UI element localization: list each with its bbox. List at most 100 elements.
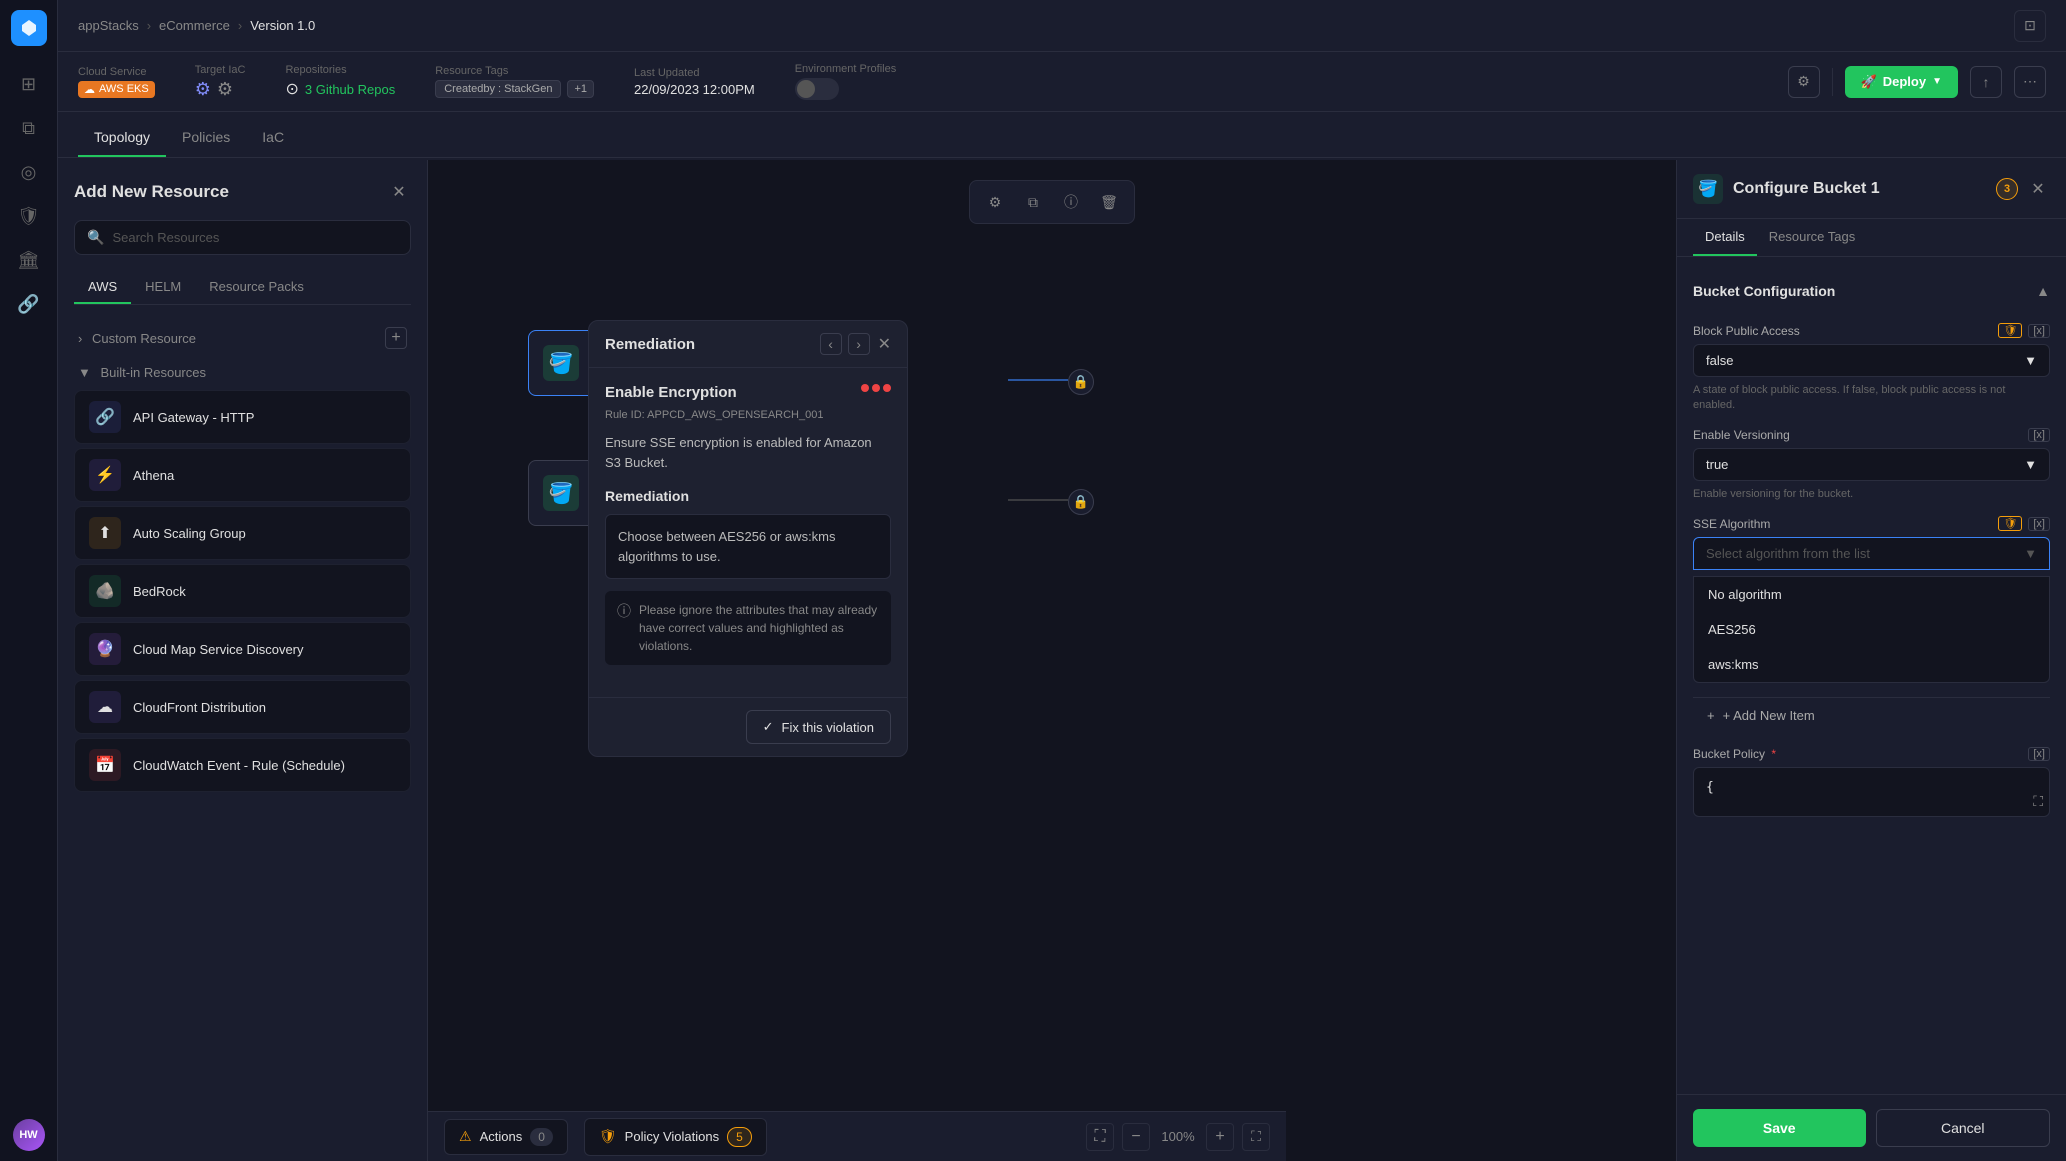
resource-item-api-gateway[interactable]: 🔗 API Gateway - HTTP <box>74 390 411 444</box>
bucket-config-section: Bucket Configuration ▲ <box>1693 273 2050 309</box>
nav-shield-icon[interactable]: 🛡 <box>11 198 47 234</box>
cancel-button[interactable]: Cancel <box>1876 1109 2051 1147</box>
resource-name-cloudfront: CloudFront Distribution <box>133 700 266 715</box>
save-button[interactable]: Save <box>1693 1109 1866 1147</box>
fit-screen-button[interactable]: ⛶ <box>1086 1123 1114 1151</box>
fullscreen-button[interactable]: ⛶ <box>1242 1123 1270 1151</box>
repos-label: Repositories <box>285 64 395 76</box>
zoom-out-button[interactable]: − <box>1122 1123 1150 1151</box>
topbar-right: ⊡ <box>2014 10 2046 42</box>
add-new-item-button[interactable]: + + Add New Item <box>1693 697 2050 733</box>
remediation-close-button[interactable]: ✕ <box>878 334 891 354</box>
remediation-prev-button[interactable]: ‹ <box>820 333 842 355</box>
zoom-controls: ⛶ − 100% + ⛶ <box>1086 1123 1270 1151</box>
custom-resource-section[interactable]: › Custom Resource + <box>74 321 411 355</box>
nav-layers-icon[interactable]: ⧉ <box>11 110 47 146</box>
resource-item-athena[interactable]: ⚡ Athena <box>74 448 411 502</box>
configure-panel: 🪣 Configure Bucket 1 3 ✕ Details Resourc… <box>1676 160 2066 1161</box>
collapse-button[interactable]: ▲ <box>2036 283 2050 299</box>
panel-header: Add New Resource ✕ <box>74 180 411 204</box>
sse-algorithm-group: SSE Algorithm 🛡 [x] Select algorithm fro… <box>1693 516 2050 683</box>
enable-versioning-select[interactable]: true ▼ <box>1693 448 2050 481</box>
last-updated-group: Last Updated 22/09/2023 12:00PM <box>634 67 755 97</box>
x-badge-2[interactable]: [x] <box>2028 428 2050 442</box>
x-badge-policy[interactable]: [x] <box>2028 747 2050 761</box>
remediation-rule-title: Enable Encryption <box>605 384 737 401</box>
severity-dots <box>861 384 891 392</box>
resource-name-bedrock: BedRock <box>133 584 186 599</box>
remediation-rule-id: Rule ID: APPCD_AWS_OPENSEARCH_001 <box>605 409 891 421</box>
repos-count[interactable]: 3 Github Repos <box>305 82 395 97</box>
env-toggle[interactable] <box>795 78 839 100</box>
policy-violations-label: Policy Violations <box>625 1129 719 1144</box>
sse-algorithm-select[interactable]: Select algorithm from the list ▼ <box>1693 537 2050 570</box>
dropdown-item-aes256[interactable]: AES256 <box>1694 612 2049 647</box>
x-badge-1[interactable]: [x] <box>2028 324 2050 338</box>
builtin-resource-section[interactable]: ▼ Built-in Resources <box>74 359 411 386</box>
deploy-button[interactable]: 🚀 Deploy ▼ <box>1845 66 1958 98</box>
nav-circle-icon[interactable]: ◎ <box>11 154 47 190</box>
resource-name-cloud-map: Cloud Map Service Discovery <box>133 642 304 657</box>
bucket-policy-editor[interactable]: { ⛶ <box>1693 767 2050 817</box>
nav-link-icon[interactable]: 🔗 <box>11 286 47 322</box>
canvas-tool-settings[interactable]: ⚙ <box>980 187 1010 217</box>
close-panel-button[interactable]: ✕ <box>387 180 411 204</box>
zoom-in-button[interactable]: + <box>1206 1123 1234 1151</box>
share-button[interactable]: ↑ <box>1970 66 2002 98</box>
configure-panel-close-button[interactable]: ✕ <box>2026 177 2050 201</box>
icon-sidebar: ⊞ ⧉ ◎ 🛡 🏛 🔗 HW <box>0 0 58 1161</box>
block-public-access-hint: A state of block public access. If false… <box>1693 383 2050 414</box>
tab-iac[interactable]: IaC <box>246 119 300 157</box>
canvas-tool-delete[interactable]: 🗑 <box>1094 187 1124 217</box>
remediation-next-button[interactable]: › <box>848 333 870 355</box>
breadcrumb-appstacks[interactable]: appStacks <box>78 18 139 33</box>
nav-bank-icon[interactable]: 🏛 <box>11 242 47 278</box>
sub-tab-helm[interactable]: HELM <box>131 271 195 304</box>
sub-tab-resource-packs[interactable]: Resource Packs <box>195 271 318 304</box>
zoom-level: 100% <box>1158 1129 1198 1144</box>
remediation-body: Enable Encryption Rule ID: APPCD_AWS_OPE… <box>589 368 907 697</box>
gear-button[interactable]: ⚙ <box>1788 66 1820 98</box>
sub-tab-aws[interactable]: AWS <box>74 271 131 304</box>
cloudfront-icon: ☁ <box>89 691 121 723</box>
resource-item-auto-scaling[interactable]: ⬆ Auto Scaling Group <box>74 506 411 560</box>
search-input[interactable] <box>112 230 398 245</box>
toggle-knob <box>797 80 815 98</box>
tab-topology[interactable]: Topology <box>78 119 166 157</box>
canvas-tool-copy[interactable]: ⧉ <box>1018 187 1048 217</box>
fix-violation-button[interactable]: ✓ Fix this violation <box>746 710 891 744</box>
right-tab-resource-tags[interactable]: Resource Tags <box>1757 219 1867 256</box>
right-tab-details[interactable]: Details <box>1693 219 1757 256</box>
configure-panel-tabs: Details Resource Tags <box>1677 219 2066 257</box>
actions-icon: ⚠ <box>459 1128 472 1145</box>
tab-policies[interactable]: Policies <box>166 119 246 157</box>
target-iac-label: Target IaC <box>195 64 246 76</box>
remediation-note: ⓘ Please ignore the attributes that may … <box>605 591 891 665</box>
expand-policy-button[interactable]: ⛶ <box>2033 793 2043 810</box>
add-custom-resource-button[interactable]: + <box>385 327 407 349</box>
more-button[interactable]: ⋯ <box>2014 66 2046 98</box>
user-avatar[interactable]: HW <box>13 1119 45 1151</box>
resource-item-bedrock[interactable]: 🪨 BedRock <box>74 564 411 618</box>
breadcrumb-ecommerce[interactable]: eCommerce <box>159 18 230 33</box>
last-updated-label: Last Updated <box>634 67 755 79</box>
nav-home-icon[interactable]: ⊞ <box>11 66 47 102</box>
repos-group: Repositories ⊙ 3 Github Repos <box>285 64 395 99</box>
remediation-text: Choose between AES256 or aws:kms algorit… <box>605 514 891 579</box>
dropdown-item-awskms[interactable]: aws:kms <box>1694 647 2049 682</box>
plus-badge[interactable]: +1 <box>567 80 594 98</box>
resource-item-cloudfront[interactable]: ☁ CloudFront Distribution <box>74 680 411 734</box>
configure-panel-footer: Save Cancel <box>1677 1094 2066 1161</box>
bucket2-icon: 🪣 <box>543 475 579 511</box>
topbar-icon-btn[interactable]: ⊡ <box>2014 10 2046 42</box>
x-badge-3[interactable]: [x] <box>2028 517 2050 531</box>
canvas-tool-info[interactable]: ⓘ <box>1056 187 1086 217</box>
tag-badge[interactable]: Createdby : StackGen <box>435 80 561 98</box>
dropdown-item-no-algorithm[interactable]: No algorithm <box>1694 577 2049 612</box>
bucket-policy-group: Bucket Policy * [x] { ⛶ <box>1693 747 2050 817</box>
canvas-area[interactable]: ⚙ ⧉ ⓘ 🗑 🪣 Bucket 1 AWS S3 Bucket <box>428 160 1676 1161</box>
block-public-access-select[interactable]: false ▼ <box>1693 344 2050 377</box>
resource-item-cloud-map[interactable]: 🔮 Cloud Map Service Discovery <box>74 622 411 676</box>
cloud-map-icon: 🔮 <box>89 633 121 665</box>
resource-item-cloudwatch[interactable]: 📅 CloudWatch Event - Rule (Schedule) <box>74 738 411 792</box>
